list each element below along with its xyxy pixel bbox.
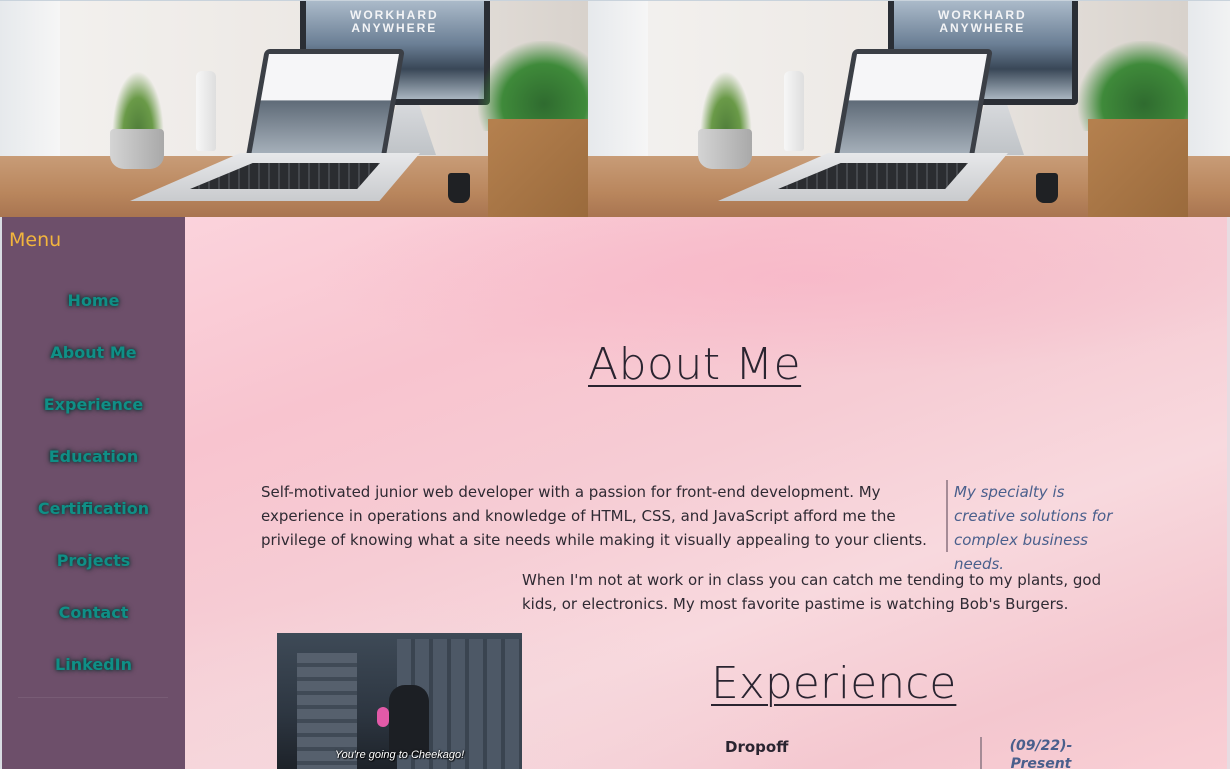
plant-pot-illustration (698, 129, 752, 169)
nav-list: Home About Me Experience Education Certi… (2, 283, 185, 699)
experience-heading: Experience (711, 658, 957, 709)
plant-pot-illustration (110, 129, 164, 169)
banner-image: WORKHARD ANYWHERE (0, 1, 588, 217)
job-date-start: (09/22)- (1009, 738, 1073, 754)
job-date-end: Present (1010, 756, 1072, 769)
about-hobbies: When I'm not at work or in class you can… (522, 571, 1102, 613)
menu-title: Menu (9, 229, 62, 251)
laptop-illustration (833, 49, 993, 161)
planter-box-illustration (488, 119, 588, 217)
nav-link-about-me[interactable]: About Me (2, 335, 185, 387)
sidebar-menu: Menu Home About Me Experience Education … (2, 217, 185, 769)
monitor-text: WORKHARD ANYWHERE (938, 8, 1027, 35)
banner-image: WORKHARD ANYWHERE (588, 1, 1188, 217)
nav-link-experience[interactable]: Experience (2, 387, 185, 439)
nav-link-projects[interactable]: Projects (2, 543, 185, 595)
bottle-illustration (196, 71, 216, 151)
divider (18, 697, 168, 698)
header-banner: WORKHARD ANYWHERE WORKHARD ANYWHERE (0, 0, 1230, 217)
bottle-illustration (784, 71, 804, 151)
job-date: (09/22)- Present (980, 737, 1100, 769)
about-heading: About Me (588, 339, 802, 390)
nav-link-certification[interactable]: Certification (2, 491, 185, 543)
nav-link-education[interactable]: Education (2, 439, 185, 491)
bobs-burgers-gif: You're going to Cheekago! (277, 633, 522, 769)
about-intro: Self-motivated junior web developer with… (261, 483, 927, 549)
planter-box-illustration (1088, 119, 1188, 217)
monitor-text: WORKHARD ANYWHERE (350, 8, 439, 35)
banner-image (1188, 1, 1230, 217)
nav-link-linkedin[interactable]: LinkedIn (2, 647, 185, 699)
main-content: About Me Self-motivated junior web devel… (185, 217, 1230, 769)
laptop-illustration (245, 49, 405, 161)
nav-link-home[interactable]: Home (2, 283, 185, 335)
specialty-quote: My specialty is creative solutions for c… (946, 480, 1126, 573)
nav-link-contact[interactable]: Contact (2, 595, 185, 647)
job-company: Dropoff (725, 738, 789, 756)
gif-caption: You're going to Cheekago! (334, 749, 465, 761)
